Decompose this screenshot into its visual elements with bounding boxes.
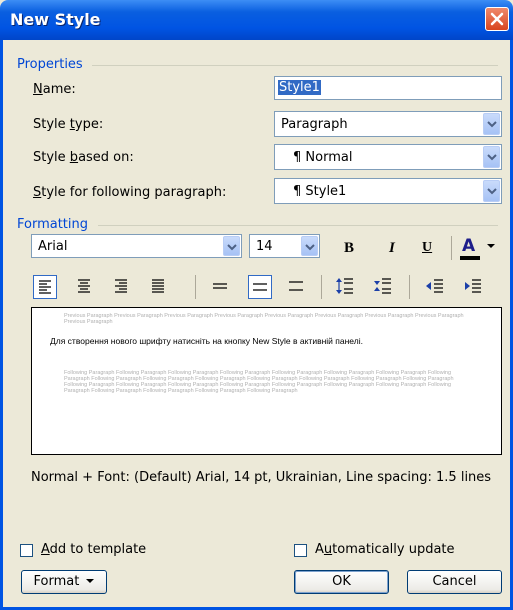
style-type-select[interactable]: Paragraph (274, 111, 502, 137)
close-icon (490, 12, 504, 26)
title-bar[interactable]: New Style (0, 0, 513, 40)
one-half-spacing-button[interactable] (248, 275, 272, 299)
toolbar-separator (321, 275, 322, 299)
style-preview: Previous Paragraph Previous Paragraph Pr… (31, 307, 502, 455)
based-on-value: ¶ Normal (293, 150, 353, 165)
increase-spacing-button[interactable] (334, 275, 358, 299)
align-justify-icon (152, 279, 164, 293)
add-to-template-label[interactable]: Add to template (41, 542, 146, 557)
auto-update-label[interactable]: Automatically update (315, 542, 455, 557)
decrease-spacing-button[interactable] (372, 275, 396, 299)
new-style-dialog: New Style Properties Name: Style1 Style … (0, 0, 513, 610)
format-button[interactable]: Format (21, 570, 107, 594)
properties-group-title: Properties (17, 57, 83, 72)
font-color-icon: A (462, 236, 476, 256)
style-type-label: Style type: (33, 117, 104, 132)
decrease-indent-button[interactable] (424, 275, 448, 299)
align-right-button[interactable] (110, 275, 134, 299)
based-on-select[interactable]: ¶ Normal (274, 144, 502, 170)
size-value: 14 (256, 239, 273, 254)
italic-button[interactable]: I (389, 240, 395, 257)
align-right-icon (115, 279, 127, 293)
increase-indent-button[interactable] (462, 275, 486, 299)
based-on-label: Style based on: (33, 150, 134, 165)
justify-button[interactable] (147, 275, 171, 299)
chevron-down-icon (227, 244, 237, 251)
font-dropdown-button[interactable] (223, 236, 240, 256)
align-center-icon (78, 279, 90, 293)
preview-sample-text: Для створення нового шрифту натисніть на… (50, 336, 363, 346)
size-select[interactable]: 14 (249, 234, 320, 258)
decrease-indent-icon (426, 279, 443, 293)
name-label: Name: (33, 82, 76, 97)
font-color-bar (460, 256, 480, 260)
window-title: New Style (10, 10, 101, 29)
add-to-template-checkbox[interactable] (20, 544, 33, 557)
single-spacing-icon (213, 283, 227, 289)
bold-button[interactable]: B (344, 240, 354, 257)
formatting-group-title: Formatting (17, 217, 89, 232)
double-spacing-button[interactable] (285, 275, 309, 299)
auto-update-checkbox[interactable] (294, 544, 307, 557)
preview-following-paragraph: Following Paragraph Following Paragraph … (64, 370, 454, 394)
following-select[interactable]: ¶ Style1 (274, 178, 502, 204)
ok-button[interactable]: OK (294, 570, 389, 594)
following-value: ¶ Style1 (293, 184, 347, 199)
following-dropdown-button[interactable] (483, 180, 500, 202)
chevron-down-icon (487, 121, 497, 128)
window-frame-left (0, 40, 3, 610)
one-half-spacing-icon (253, 283, 267, 291)
single-spacing-button[interactable] (209, 275, 233, 299)
chevron-down-icon (487, 244, 495, 248)
style-type-value: Paragraph (281, 117, 348, 132)
style-type-dropdown-button[interactable] (483, 113, 500, 135)
chevron-down-icon (86, 579, 95, 583)
format-button-label: Format (33, 574, 80, 589)
preview-previous-paragraph: Previous Paragraph Previous Paragraph Pr… (64, 313, 464, 325)
font-value: Arial (38, 239, 68, 254)
toolbar-separator (195, 275, 196, 299)
size-dropdown-button[interactable] (301, 236, 318, 256)
style-description: Normal + Font: (Default) Arial, 14 pt, U… (31, 470, 492, 485)
toolbar-separator (409, 275, 410, 299)
underline-button[interactable]: U (422, 240, 432, 256)
chevron-down-icon (305, 244, 315, 251)
font-color-button[interactable]: A (460, 235, 500, 261)
double-spacing-icon (289, 281, 303, 291)
cancel-button[interactable]: Cancel (407, 570, 502, 594)
properties-divider (92, 65, 498, 66)
font-select[interactable]: Arial (31, 234, 242, 258)
formatting-divider (98, 225, 498, 226)
chevron-down-icon (487, 188, 497, 195)
following-label: Style for following paragraph: (33, 185, 227, 200)
align-left-icon (39, 280, 51, 294)
increase-indent-icon (465, 279, 481, 293)
align-left-button[interactable] (33, 275, 57, 299)
name-value: Style1 (278, 80, 321, 95)
name-input[interactable]: Style1 (274, 76, 502, 100)
decrease-paragraph-spacing-icon (374, 278, 391, 294)
close-button[interactable] (485, 7, 509, 31)
chevron-down-icon (487, 154, 497, 161)
toolbar-separator (451, 236, 452, 260)
align-center-button[interactable] (73, 275, 97, 299)
increase-paragraph-spacing-icon (336, 278, 353, 294)
based-on-dropdown-button[interactable] (483, 146, 500, 168)
